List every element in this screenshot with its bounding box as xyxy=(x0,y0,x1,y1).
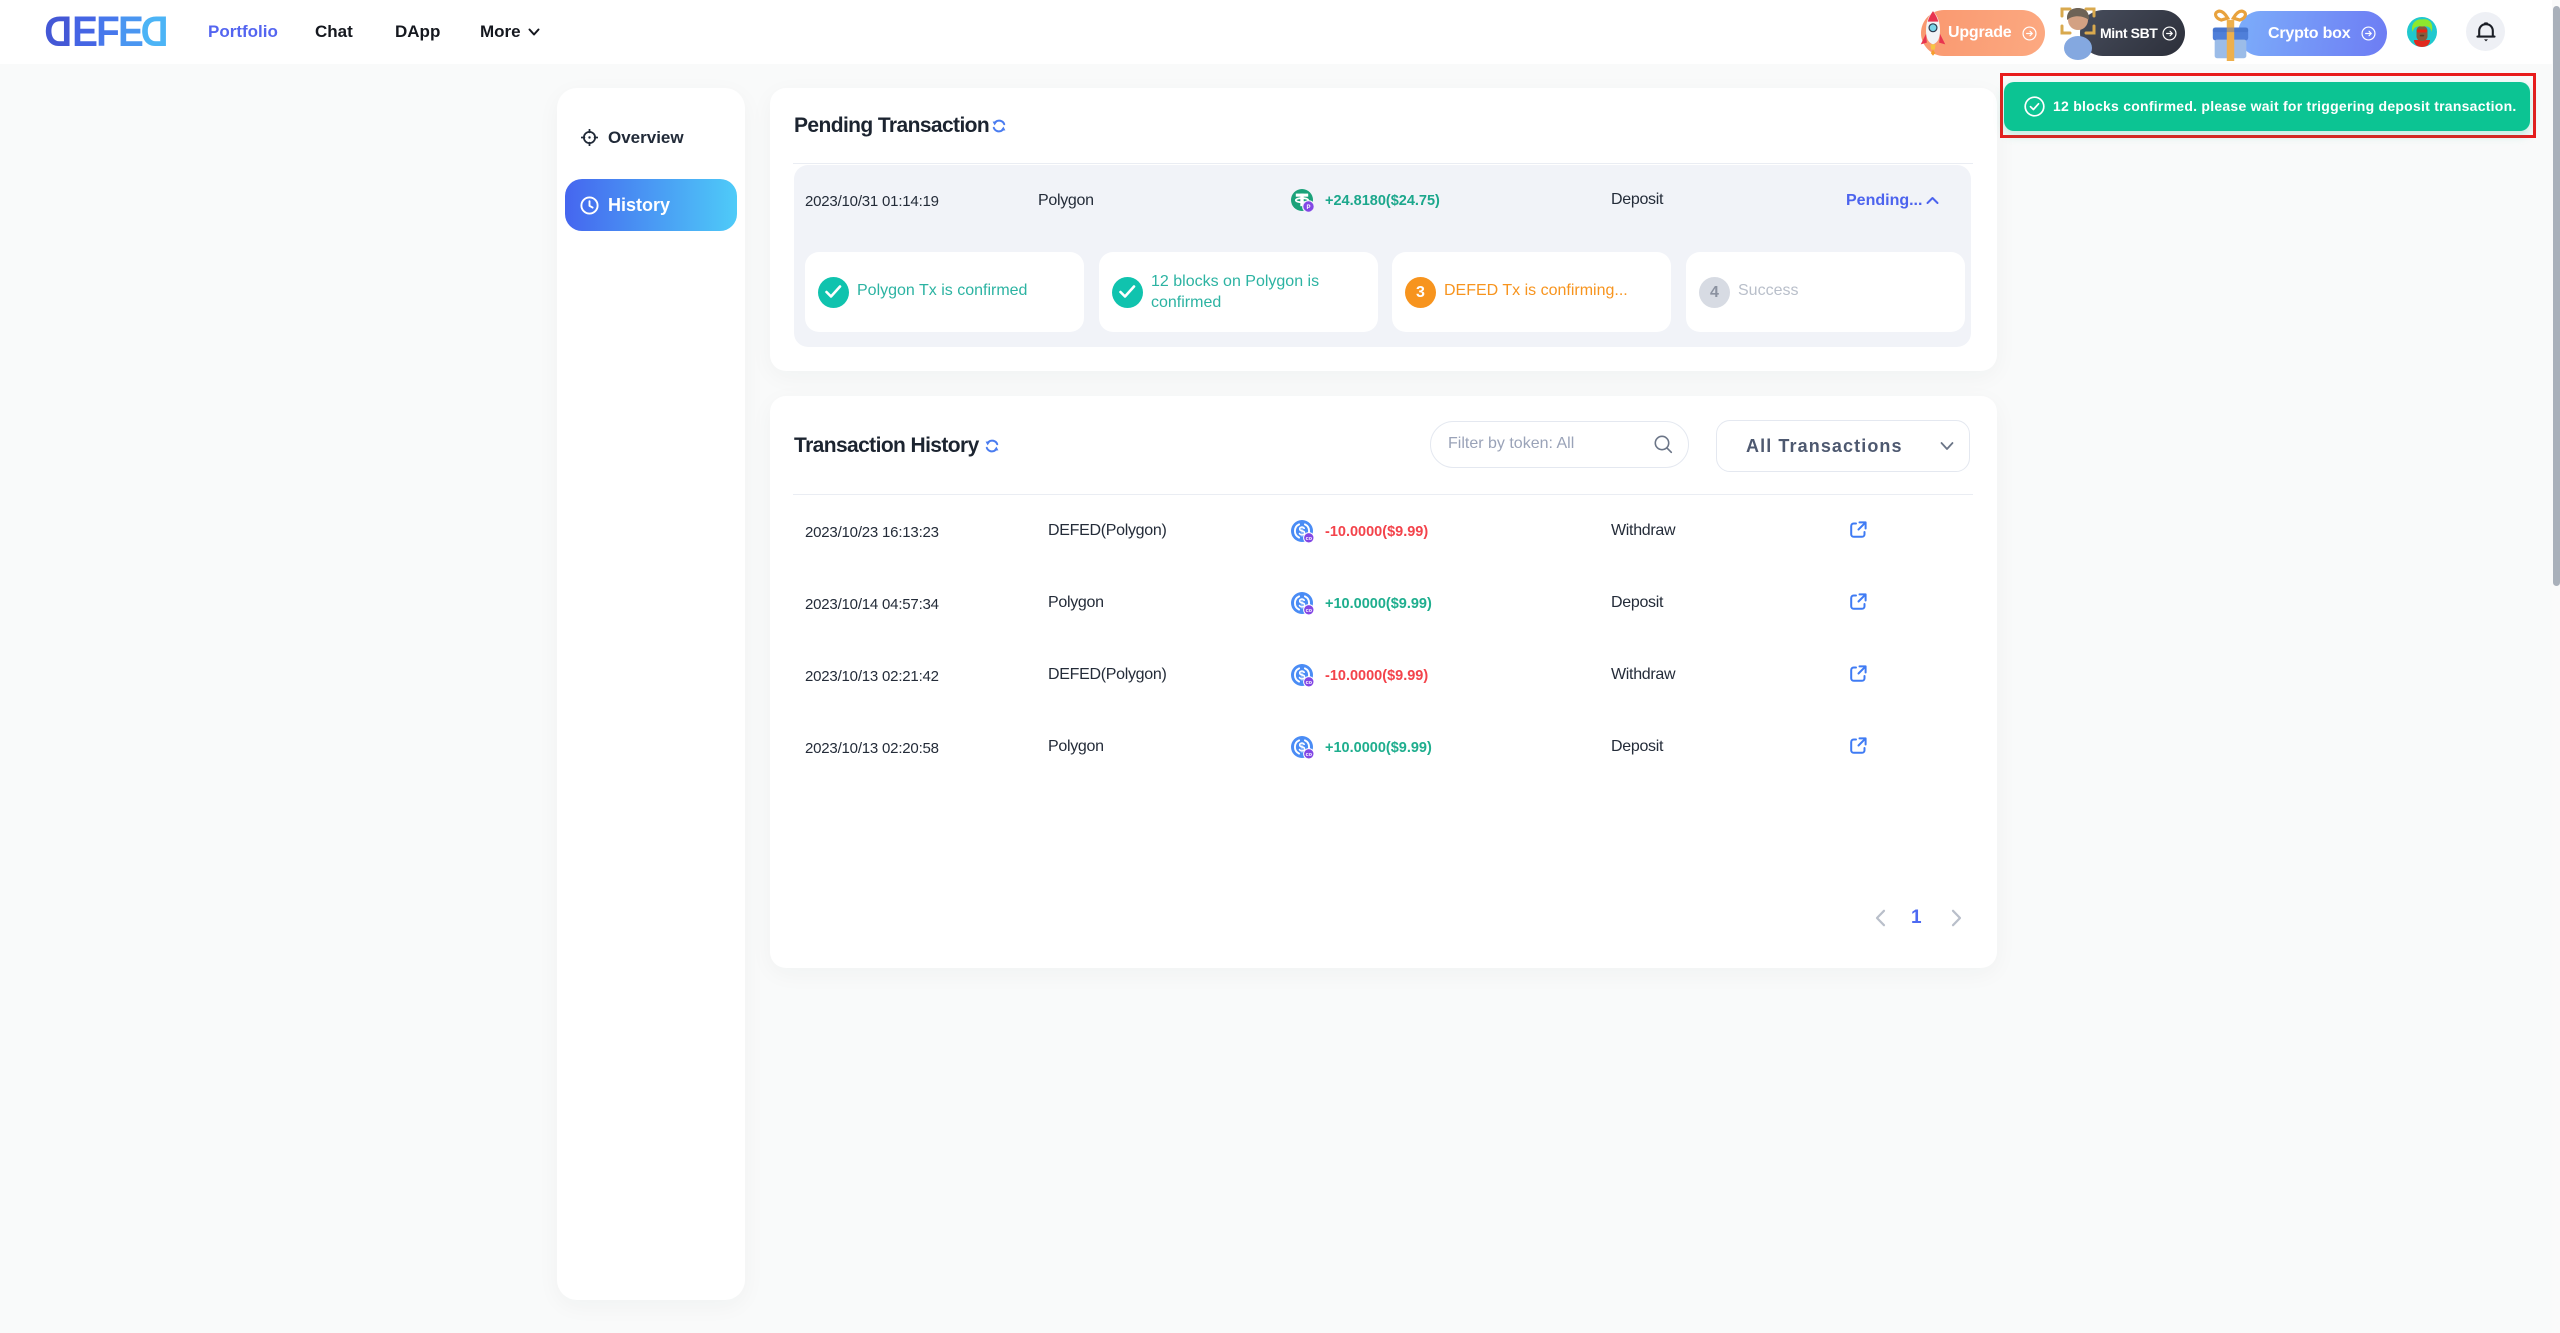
svg-text:P: P xyxy=(1306,205,1310,211)
